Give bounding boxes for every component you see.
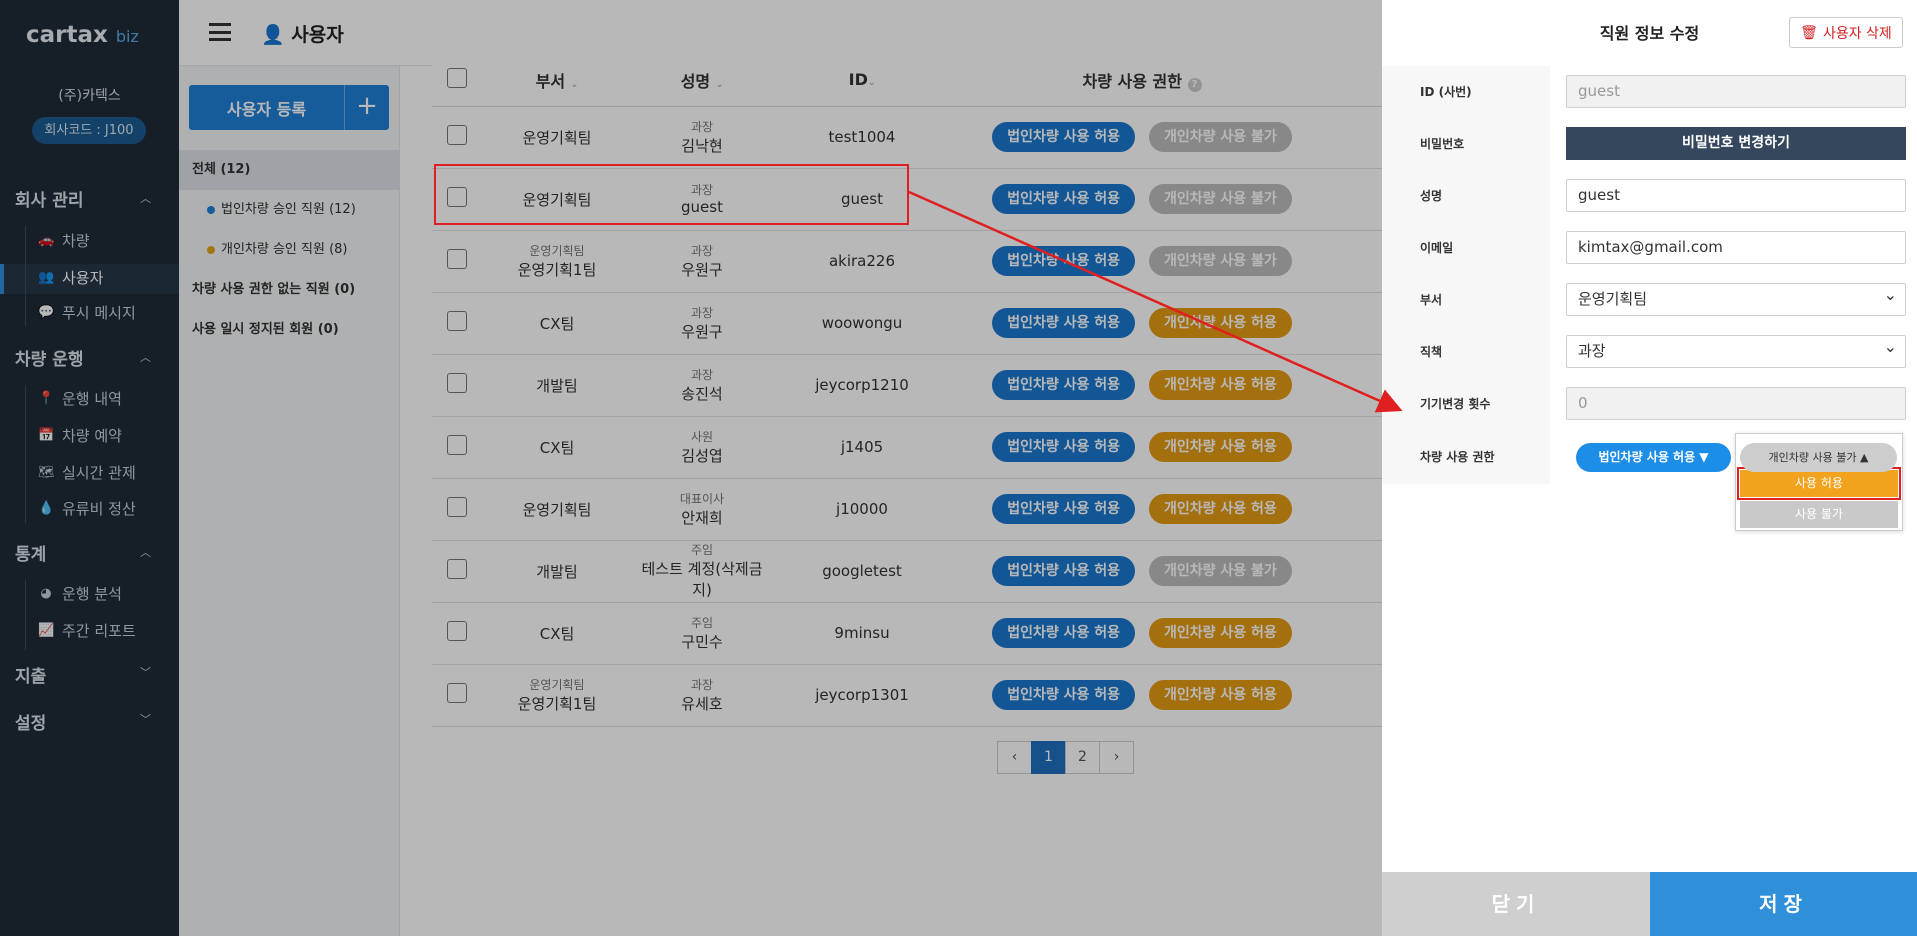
position-row: 직책 과장 (1382, 326, 1917, 378)
save-button[interactable]: 저장 (1650, 872, 1917, 936)
email-row: 이메일 kimtax@gmail.com (1382, 222, 1917, 274)
id-field: guest (1566, 75, 1906, 108)
dept-row: 부서 운영기획팀 (1382, 274, 1917, 326)
corp-permission-toggle[interactable]: 법인차량 사용 허용 ▼ (1576, 443, 1731, 472)
modal-backdrop[interactable] (0, 0, 1382, 936)
password-row: 비밀번호 비밀번호 변경하기 (1382, 118, 1917, 170)
id-row: ID (사번) guest (1382, 66, 1917, 118)
edit-form: ID (사번) guest 비밀번호 비밀번호 변경하기 성명 guest 이메… (1382, 66, 1917, 531)
device-change-row: 기기변경 횟수 0 (1382, 378, 1917, 430)
name-row: 성명 guest (1382, 170, 1917, 222)
delete-user-button[interactable]: 🗑 사용자 삭제 (1789, 17, 1903, 48)
device-change-field: 0 (1566, 387, 1906, 420)
edit-user-drawer: 직원 정보 수정 🗑 사용자 삭제 ID (사번) guest 비밀번호 비밀번호… (1382, 0, 1917, 936)
name-field[interactable]: guest (1566, 179, 1906, 212)
dropdown-option-allow[interactable]: 사용 허용 (1737, 467, 1901, 500)
permission-row: 차량 사용 권한 법인차량 사용 허용 ▼ 사용 허용 사용 불가 개인차량 사… (1382, 430, 1917, 531)
trash-icon: 🗑 (1800, 24, 1818, 41)
dept-select[interactable]: 운영기획팀 (1566, 279, 1906, 316)
highlight-box-selected-row (434, 164, 909, 225)
personal-permission-toggle[interactable]: 개인차량 사용 불가 ▲ (1740, 443, 1897, 472)
close-button[interactable]: 닫기 (1382, 872, 1650, 936)
position-select[interactable]: 과장 (1566, 331, 1906, 368)
change-password-button[interactable]: 비밀번호 변경하기 (1566, 127, 1906, 160)
email-field[interactable]: kimtax@gmail.com (1566, 231, 1906, 264)
app-root: cartax biz (주)카텍스 회사코드 : J100 회사 관리 ︿ 🚗 차… (0, 0, 1917, 936)
drawer-footer: 닫기 저장 (1382, 872, 1917, 936)
dropdown-option-deny[interactable]: 사용 불가 (1740, 501, 1898, 528)
